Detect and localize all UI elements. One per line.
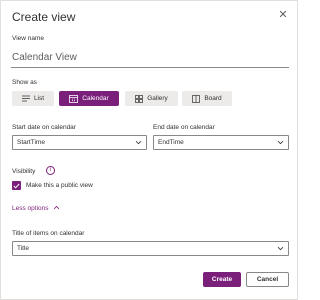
- start-date-label: Start date on calendar: [12, 124, 76, 131]
- show-as-gallery-label: Gallery: [147, 95, 168, 102]
- checkmark-icon: [13, 183, 20, 189]
- close-icon[interactable]: ✕: [276, 8, 290, 22]
- gallery-icon: [135, 94, 144, 103]
- show-as-board-label: Board: [204, 95, 222, 102]
- title-items-value: Title: [17, 245, 30, 252]
- list-icon: [21, 95, 30, 102]
- end-date-value: EndTime: [158, 139, 184, 146]
- public-view-label: Make this a public view: [26, 182, 93, 189]
- title-items-label: Title of items on calendar: [12, 230, 85, 237]
- chevron-down-icon: [277, 139, 284, 148]
- dialog-title: Create view: [12, 10, 76, 24]
- view-name-label: View name: [12, 35, 45, 42]
- show-as-list-label: List: [33, 95, 45, 102]
- calendar-icon: [69, 94, 79, 103]
- chevron-down-icon: [277, 245, 284, 254]
- info-icon[interactable]: i: [46, 166, 55, 175]
- show-as-gallery-button[interactable]: Gallery: [125, 91, 178, 106]
- public-view-checkbox[interactable]: [12, 181, 21, 190]
- end-date-label: End date on calendar: [153, 124, 215, 131]
- start-date-value: StartTime: [17, 139, 45, 146]
- show-as-list-button[interactable]: List: [12, 91, 54, 106]
- show-as-label: Show as: [12, 79, 37, 86]
- chevron-down-icon: [135, 139, 142, 148]
- chevron-up-icon: [53, 205, 60, 212]
- start-date-select[interactable]: StartTime: [12, 135, 147, 150]
- board-icon: [192, 94, 201, 103]
- cancel-button[interactable]: Cancel: [246, 272, 289, 287]
- less-options-label: Less options: [12, 205, 49, 212]
- show-as-calendar-button[interactable]: Calendar: [59, 91, 119, 106]
- end-date-select[interactable]: EndTime: [153, 135, 289, 150]
- view-name-input[interactable]: [11, 48, 289, 68]
- less-options-link[interactable]: Less options: [12, 205, 60, 212]
- show-as-board-button[interactable]: Board: [182, 91, 232, 106]
- title-items-select[interactable]: Title: [12, 241, 289, 256]
- visibility-label: Visibility: [12, 168, 36, 175]
- show-as-calendar-label: Calendar: [82, 95, 109, 102]
- create-button[interactable]: Create: [203, 272, 241, 287]
- create-view-dialog: Create view ✕ View name Show as List Cal…: [0, 0, 298, 300]
